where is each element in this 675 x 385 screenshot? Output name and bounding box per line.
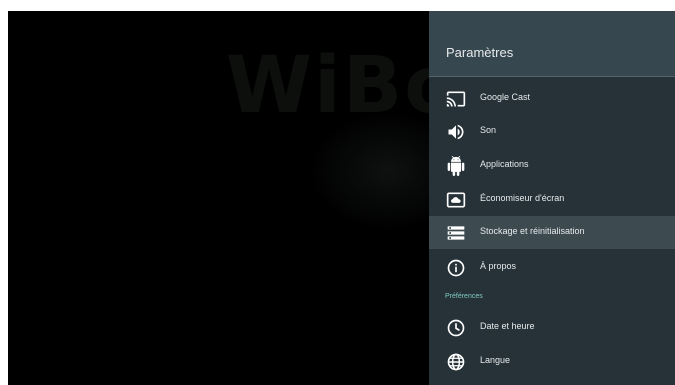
panel-title: Paramètres	[446, 45, 514, 60]
info-icon	[446, 258, 466, 278]
android-icon	[446, 156, 466, 176]
menu-item-label: Stockage et réinitialisation	[480, 226, 585, 236]
menu-item-language[interactable]: Langue	[429, 345, 675, 378]
menu-item-label: Langue	[480, 355, 511, 365]
tv-screen: WiBox Paramètres Google Cast Son Applica…	[8, 11, 675, 385]
settings-panel: Paramètres Google Cast Son Applications	[429, 11, 675, 385]
menu-item-date-time[interactable]: Date et heure	[429, 311, 675, 344]
menu-item-google-cast[interactable]: Google Cast	[429, 82, 675, 115]
menu-item-about[interactable]: À propos	[429, 251, 675, 284]
menu-item-sound[interactable]: Son	[429, 115, 675, 148]
menu-item-screensaver[interactable]: Économiseur d'écran	[429, 183, 675, 216]
clock-icon	[446, 318, 466, 338]
screensaver-icon	[446, 190, 466, 210]
cast-icon	[446, 89, 466, 109]
menu-item-label: Date et heure	[480, 321, 535, 331]
section-header-preferences: Préférences	[445, 293, 483, 300]
menu-item-label: Économiseur d'écran	[480, 193, 565, 203]
menu-item-label: Google Cast	[480, 92, 531, 102]
menu-item-label: À propos	[480, 261, 517, 271]
menu-item-label: Applications	[480, 159, 529, 169]
menu-item-applications[interactable]: Applications	[429, 149, 675, 182]
storage-icon	[446, 223, 466, 243]
menu-item-storage-reset[interactable]: Stockage et réinitialisation	[429, 216, 675, 249]
globe-icon	[446, 352, 466, 372]
volume-icon	[446, 122, 466, 142]
menu-item-label: Son	[480, 125, 497, 135]
panel-header: Paramètres	[429, 11, 675, 77]
